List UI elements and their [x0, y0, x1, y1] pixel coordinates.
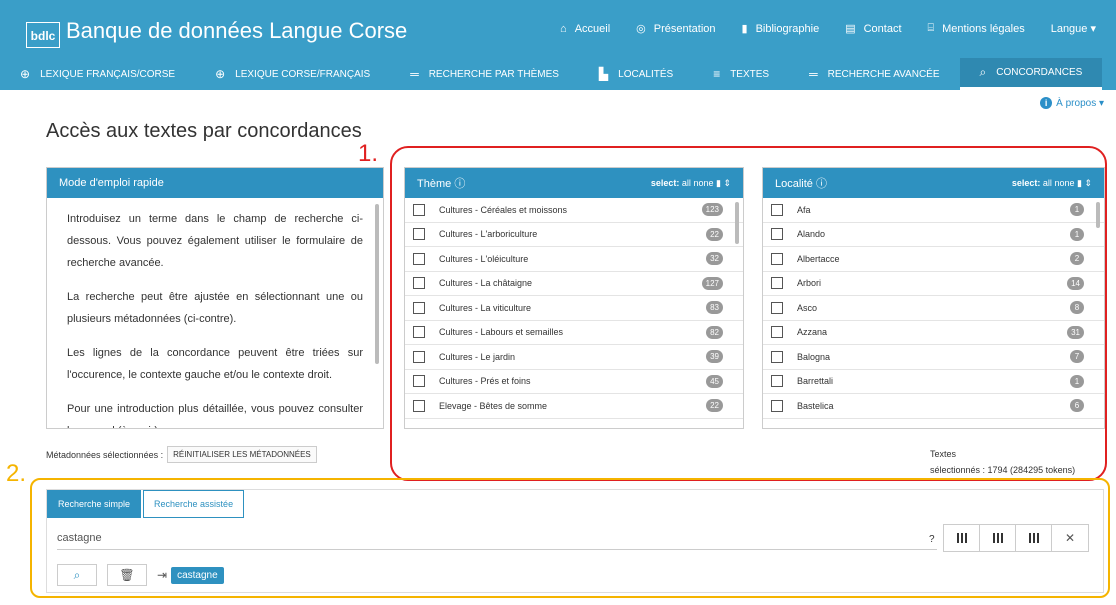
tab-recherche-themes[interactable]: ═ Recherche par thèmes: [390, 58, 579, 90]
instruction-text: Introduisez un terme dans le champ de re…: [67, 213, 363, 269]
globe-icon: ⊕: [20, 67, 31, 81]
instruction-text: Pour une introduction plus détaillée, vo…: [67, 403, 363, 428]
mode-emploi-body: Introduisez un terme dans le champ de re…: [47, 198, 383, 428]
tab-lexique-co-fr[interactable]: ⊕ Lexique corse/français: [195, 58, 390, 90]
site-title[interactable]: Banque de données Langue Corse: [66, 18, 407, 44]
logo[interactable]: bdlc: [26, 22, 60, 48]
highlight-box-1: [390, 146, 1107, 481]
text-icon: ≡: [713, 67, 721, 81]
tab-concordances[interactable]: ⌕ Concordances: [959, 58, 1103, 90]
nav-presentation[interactable]: ◎ Présentation: [636, 22, 715, 36]
apropos-link[interactable]: iÀ propos ▾: [1040, 97, 1104, 109]
scrollbar[interactable]: [375, 204, 379, 364]
main-tabs: ⊕ Lexique français/corse ⊕ Lexique corse/f…: [0, 58, 1116, 90]
nav-bibliographie[interactable]: ▮ Bibliographie: [741, 22, 820, 36]
book-icon: ▮: [741, 23, 748, 35]
nav-accueil[interactable]: ⌂ Accueil: [560, 23, 610, 35]
search-icon: ⌕: [979, 65, 987, 79]
building-icon: ▙: [598, 67, 609, 81]
metadata-bar: Métadonnées sélectionnées : RÉINITIALISE…: [46, 446, 317, 463]
tab-textes[interactable]: ≡ Textes: [693, 58, 789, 90]
bank-icon: ⌸: [927, 22, 935, 34]
home-icon: ⌂: [560, 22, 567, 35]
info-icon: i: [1040, 97, 1053, 109]
nav-contact[interactable]: ▤ Contact: [845, 22, 901, 36]
globe-icon: ⊕: [215, 67, 226, 81]
top-bar: bdlc Banque de données Langue Corse ⌂ Acc…: [0, 0, 1116, 90]
compass-icon: ◎: [636, 23, 646, 35]
lines-icon: ═: [410, 67, 419, 81]
reset-metadata-button[interactable]: RÉINITIALISER LES MÉTADONNÉES: [167, 446, 317, 463]
annotation-2: 2.: [6, 460, 27, 487]
top-nav: ⌂ Accueil ◎ Présentation ▮ Bibliographie ▤ C…: [560, 22, 1096, 35]
language-dropdown[interactable]: Langue ▾: [1051, 22, 1096, 35]
page-title: Accès aux textes par concordances: [46, 120, 362, 142]
tab-localites[interactable]: ▙ Localités: [579, 58, 693, 90]
tab-recherche-avancee[interactable]: ═ Recherche avancée: [789, 58, 959, 90]
tab-lexique-fr-co[interactable]: ⊕ Lexique français/corse: [0, 58, 195, 90]
nav-mentions[interactable]: ⌸ Mentions légales: [928, 22, 1025, 35]
mode-emploi-header: Mode d'emploi rapide: [47, 168, 383, 198]
instruction-text: La recherche peut être ajustée en sélect…: [67, 291, 363, 325]
highlight-box-2: [30, 478, 1110, 598]
instruction-text: Les lignes de la concordance peuvent êtr…: [67, 347, 363, 381]
mode-emploi-panel: Mode d'emploi rapide Introduisez un term…: [46, 167, 384, 429]
annotation-1: 1.: [358, 140, 379, 167]
contact-card-icon: ▤: [845, 23, 856, 35]
lines-icon: ═: [809, 67, 818, 81]
